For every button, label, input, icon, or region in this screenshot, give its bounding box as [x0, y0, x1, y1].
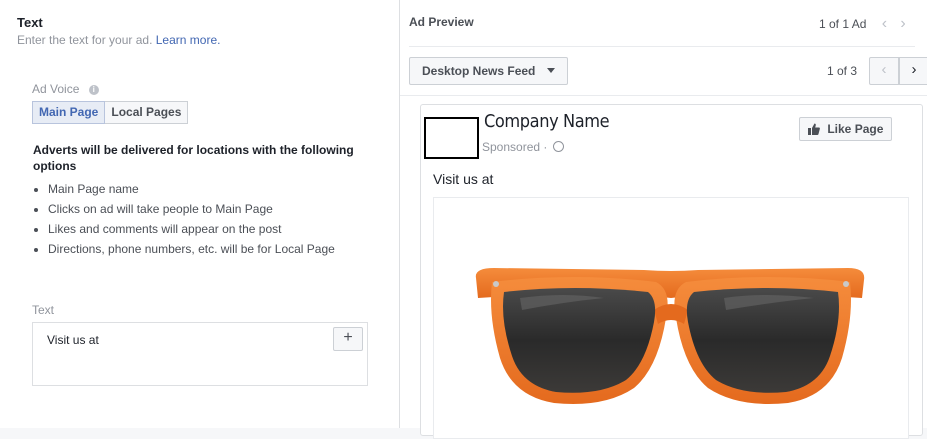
company-name[interactable]: Company Name	[484, 111, 610, 132]
list-item: Main Page name	[48, 181, 335, 201]
chevron-left-icon[interactable]: ‹	[882, 15, 887, 32]
prev-page-button[interactable]: ‹	[869, 57, 899, 85]
like-page-label: Like Page	[827, 122, 884, 136]
ad-image[interactable]	[433, 197, 909, 439]
divider	[409, 46, 915, 47]
chevron-right-icon[interactable]: ›	[900, 15, 905, 32]
divider	[400, 95, 927, 96]
subtitle-text: Enter the text for your ad.	[17, 33, 153, 47]
list-item: Likes and comments will appear on the po…	[48, 221, 335, 241]
post-text: Visit us at	[433, 171, 494, 187]
ad-preview-card: Company Name Sponsored · Like Page Visit…	[420, 104, 923, 439]
ad-count-text: 1 of 1 Ad	[819, 17, 867, 31]
preview-title: Ad Preview	[409, 15, 474, 29]
ad-count: 1 of 1 Ad ‹ ›	[819, 15, 906, 33]
caret-down-icon	[546, 68, 555, 73]
add-text-button[interactable]: +	[333, 327, 363, 351]
ad-text-input[interactable]: Visit us at +	[32, 322, 368, 386]
chevron-left-icon: ‹	[881, 61, 887, 78]
section-subtitle: Enter the text for your ad. Learn more.	[17, 33, 220, 47]
info-icon[interactable]: i	[88, 85, 99, 95]
text-field-label: Text	[32, 303, 55, 317]
plus-icon: +	[343, 329, 353, 346]
next-page-button[interactable]: ›	[899, 57, 927, 85]
sunglasses-image	[475, 268, 865, 404]
placement-value: Desktop News Feed	[422, 64, 536, 78]
globe-icon	[552, 141, 564, 152]
list-item: Clicks on ad will take people to Main Pa…	[48, 201, 335, 221]
ad-preview-panel: Ad Preview 1 of 1 Ad ‹ › Desktop News Fe…	[400, 0, 927, 439]
placement-dropdown[interactable]: Desktop News Feed	[409, 57, 568, 85]
delivery-options-list: Main Page name Clicks on ad will take pe…	[33, 181, 335, 261]
learn-more-link[interactable]: Learn more.	[156, 33, 221, 47]
sponsored-label: Sponsored ·	[482, 140, 564, 154]
chevron-right-icon: ›	[911, 61, 917, 78]
company-logo	[424, 117, 479, 159]
ad-text-value: Visit us at	[47, 333, 99, 347]
thumbs-up-icon	[808, 123, 820, 135]
pager-count: 1 of 3	[827, 64, 858, 78]
text-settings-panel: Text Enter the text for your ad. Learn m…	[0, 0, 400, 428]
section-title: Text	[17, 15, 43, 30]
ad-voice-label-text: Ad Voice	[32, 82, 80, 96]
delivery-note: Adverts will be delivered for locations …	[33, 143, 354, 173]
ad-voice-toggle: Main Page Local Pages	[32, 101, 189, 124]
main-page-button[interactable]: Main Page	[32, 101, 106, 124]
like-page-button[interactable]: Like Page	[799, 117, 893, 141]
ad-voice-label: Ad Voice i	[32, 82, 99, 96]
sponsored-text: Sponsored ·	[482, 140, 548, 154]
local-pages-button[interactable]: Local Pages	[105, 101, 189, 124]
list-item: Directions, phone numbers, etc. will be …	[48, 241, 335, 261]
